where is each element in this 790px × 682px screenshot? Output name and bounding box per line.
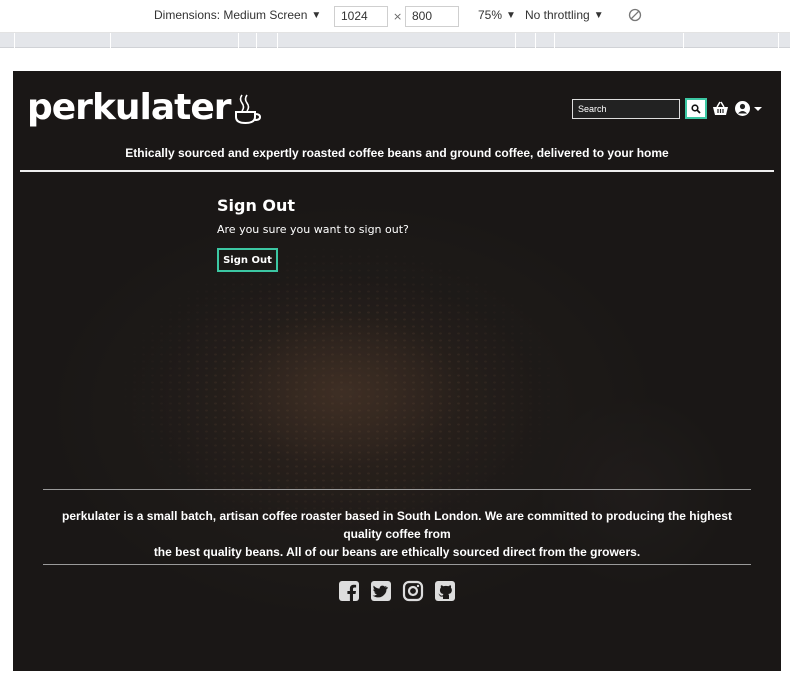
footer-about: perkulater is a small batch, artisan cof… — [43, 507, 751, 561]
page-title: Sign Out — [217, 196, 296, 215]
width-input[interactable]: 1024 — [334, 6, 388, 27]
rotate-disabled-icon[interactable] — [628, 8, 642, 22]
search-icon — [691, 103, 701, 114]
facebook-icon[interactable] — [338, 580, 360, 606]
instagram-icon[interactable] — [402, 580, 424, 606]
shopping-basket-icon — [713, 101, 728, 115]
footer-about-line2: the best quality beans. All of our beans… — [153, 545, 641, 559]
zoom-caret-icon: ▼ — [506, 9, 516, 21]
zoom-label: 75% — [478, 8, 503, 22]
throttling-label: No throttling — [525, 8, 590, 22]
github-icon[interactable] — [434, 580, 456, 606]
footer-divider-bottom — [43, 564, 751, 565]
coffee-cup-icon — [234, 94, 261, 125]
search-input[interactable] — [572, 99, 680, 119]
brand-name: perkulater — [27, 87, 232, 128]
twitter-icon[interactable] — [370, 580, 392, 606]
site-viewport: perkulater Ethically sourced and expertl… — [13, 71, 781, 671]
basket-link[interactable] — [712, 101, 729, 120]
tagline: Ethically sourced and expertly roasted c… — [125, 146, 669, 160]
dimensions-caret-icon: ▼ — [311, 9, 322, 21]
device-toolbar: Dimensions: Medium Screen ▼ 1024 × 800 7… — [0, 0, 790, 33]
throttling-caret-icon: ▼ — [593, 9, 604, 21]
dimension-separator: × — [393, 10, 403, 23]
throttling-dropdown[interactable]: No throttling ▼ — [525, 8, 604, 22]
height-input[interactable]: 800 — [405, 6, 459, 27]
sign-out-button[interactable]: Sign Out — [217, 248, 278, 272]
site-logo[interactable]: perkulater — [27, 87, 263, 128]
user-circle-icon — [735, 101, 750, 116]
dimensions-dropdown[interactable]: Dimensions: Medium Screen ▼ — [154, 8, 321, 22]
signout-prompt: Are you sure you want to sign out? — [217, 223, 409, 236]
social-links — [338, 580, 456, 606]
search-button[interactable] — [685, 98, 707, 119]
media-query-ruler[interactable] — [0, 33, 790, 48]
header-divider — [20, 170, 774, 172]
footer-divider-top — [43, 489, 751, 490]
footer-about-line1: perkulater is a small batch, artisan cof… — [62, 509, 732, 541]
account-menu[interactable] — [735, 101, 762, 116]
chevron-down-icon — [754, 106, 762, 111]
dimensions-label: Dimensions: Medium Screen — [154, 8, 308, 22]
zoom-dropdown[interactable]: 75% ▼ — [478, 8, 516, 22]
